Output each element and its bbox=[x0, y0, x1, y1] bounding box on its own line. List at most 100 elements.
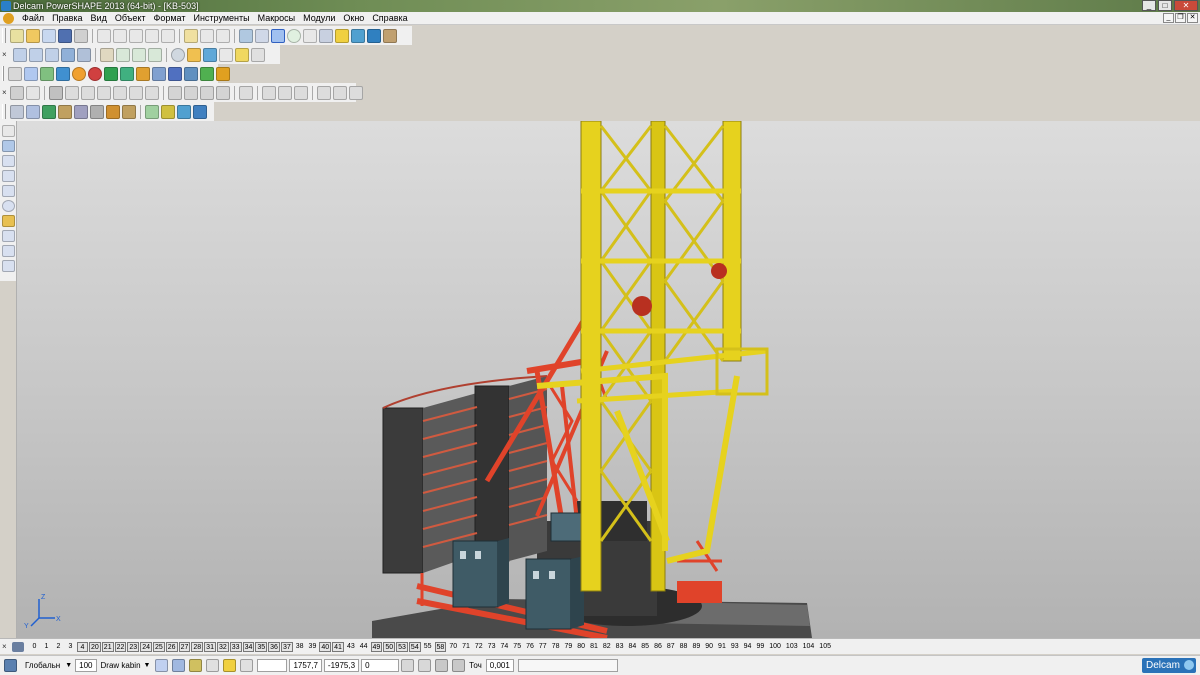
mesh-icon[interactable] bbox=[56, 66, 70, 81]
draft-icon[interactable] bbox=[277, 85, 292, 100]
offset-icon[interactable] bbox=[293, 85, 308, 100]
levels-icon[interactable] bbox=[12, 641, 24, 652]
level-button[interactable]: 99 bbox=[754, 642, 766, 652]
mold-icon[interactable] bbox=[193, 104, 207, 119]
snap-icon[interactable] bbox=[155, 659, 169, 672]
level-button[interactable]: 70 bbox=[447, 642, 459, 652]
level-button[interactable]: 54 bbox=[408, 641, 421, 652]
constraint-icon[interactable] bbox=[106, 104, 120, 119]
hand-icon[interactable] bbox=[251, 47, 265, 62]
shaded-icon[interactable] bbox=[187, 47, 201, 62]
library-icon[interactable] bbox=[122, 104, 136, 119]
solid-block-icon[interactable] bbox=[48, 85, 63, 100]
layers-icon[interactable] bbox=[184, 66, 198, 81]
line-icon[interactable] bbox=[1, 155, 15, 167]
erase-icon[interactable] bbox=[145, 28, 159, 43]
calculator-icon[interactable] bbox=[8, 66, 22, 81]
weld-icon[interactable] bbox=[161, 104, 175, 119]
component-icon[interactable] bbox=[10, 104, 24, 119]
level-button[interactable]: 4 bbox=[77, 641, 88, 652]
view-front-icon[interactable] bbox=[13, 47, 27, 62]
level-button[interactable]: 41 bbox=[332, 641, 344, 652]
3d-viewport[interactable]: Z X Y bbox=[17, 121, 1200, 638]
suppress-icon[interactable] bbox=[348, 85, 363, 100]
menu-tools[interactable]: Инструменты bbox=[189, 12, 253, 25]
tolerance-field[interactable]: 0,001 bbox=[485, 659, 514, 672]
toolbar-close-icon[interactable]: × bbox=[2, 88, 7, 97]
level-button[interactable]: 104 bbox=[801, 642, 817, 652]
menu-file[interactable]: Файл bbox=[18, 12, 48, 25]
level-button[interactable]: 24 bbox=[140, 641, 152, 652]
save-icon[interactable] bbox=[58, 28, 72, 43]
level-button[interactable]: 3 bbox=[65, 642, 76, 652]
solid-revolve-icon[interactable] bbox=[144, 85, 159, 100]
new-icon[interactable] bbox=[10, 28, 24, 43]
menu-help[interactable]: Справка bbox=[368, 12, 411, 25]
ball-red-icon[interactable] bbox=[88, 66, 102, 81]
solid-icon[interactable] bbox=[367, 28, 381, 43]
level-button[interactable]: 50 bbox=[383, 641, 396, 652]
circle-select-icon[interactable] bbox=[287, 28, 301, 43]
paste-icon[interactable] bbox=[129, 28, 143, 43]
cut-icon[interactable] bbox=[97, 28, 111, 43]
chevron-down-icon[interactable]: ▼ bbox=[144, 662, 151, 669]
level-button[interactable]: 77 bbox=[537, 642, 549, 652]
zoom-icon[interactable] bbox=[116, 47, 130, 62]
chevron-down-icon[interactable]: ▼ bbox=[65, 662, 72, 669]
select-filter-icon[interactable] bbox=[239, 28, 253, 43]
zoom-in-icon[interactable] bbox=[132, 47, 146, 62]
level-button[interactable]: 93 bbox=[729, 642, 741, 652]
electrode-icon[interactable] bbox=[177, 104, 191, 119]
box-icon[interactable] bbox=[136, 66, 150, 81]
intelligent-cursor-icon[interactable] bbox=[189, 659, 203, 672]
view-multi-icon[interactable] bbox=[77, 47, 91, 62]
level-button[interactable]: 2 bbox=[53, 642, 64, 652]
ok-icon[interactable] bbox=[200, 66, 214, 81]
level-button[interactable]: 79 bbox=[562, 642, 574, 652]
flow-icon[interactable] bbox=[120, 66, 134, 81]
select-icon[interactable] bbox=[1, 125, 15, 137]
panel-icon[interactable] bbox=[152, 66, 166, 81]
coordinate-mode-icon[interactable] bbox=[418, 659, 432, 672]
close-button[interactable]: ✕ bbox=[1174, 0, 1198, 11]
level-button[interactable]: 76 bbox=[524, 642, 536, 652]
grid-icon[interactable] bbox=[240, 659, 254, 672]
solid-cylinder-icon[interactable] bbox=[64, 85, 79, 100]
level-button[interactable]: 105 bbox=[817, 642, 833, 652]
print-icon[interactable] bbox=[74, 28, 88, 43]
lighting-icon[interactable] bbox=[235, 47, 249, 62]
lasso-icon[interactable] bbox=[303, 28, 317, 43]
wizard-icon[interactable] bbox=[383, 28, 397, 43]
level-button[interactable]: 90 bbox=[703, 642, 715, 652]
level-button[interactable]: 40 bbox=[319, 641, 332, 652]
history-icon[interactable] bbox=[332, 85, 347, 100]
level-button[interactable]: 44 bbox=[358, 642, 370, 652]
level-button[interactable]: 58 bbox=[434, 641, 447, 652]
fillet-icon[interactable] bbox=[238, 85, 253, 100]
solid-cone-icon[interactable] bbox=[80, 85, 95, 100]
menu-format[interactable]: Формат bbox=[150, 12, 190, 25]
workplane-toggle-icon[interactable] bbox=[206, 659, 220, 672]
component-list-icon[interactable] bbox=[74, 104, 88, 119]
toolbar-grip[interactable] bbox=[2, 66, 4, 81]
curve-icon[interactable] bbox=[1, 245, 15, 257]
level-button[interactable]: 72 bbox=[473, 642, 485, 652]
level-button[interactable]: 83 bbox=[614, 642, 626, 652]
import-icon[interactable] bbox=[42, 28, 56, 43]
level-button[interactable]: 27 bbox=[178, 641, 191, 652]
level-button[interactable]: 89 bbox=[690, 642, 702, 652]
boolean-subtract-icon[interactable] bbox=[183, 85, 198, 100]
level-button[interactable]: 87 bbox=[665, 642, 677, 652]
level-button[interactable]: 26 bbox=[165, 641, 178, 652]
wireframe-icon[interactable] bbox=[219, 47, 233, 62]
level-button[interactable]: 88 bbox=[678, 642, 690, 652]
level-button[interactable]: 55 bbox=[422, 642, 434, 652]
level-button[interactable]: 103 bbox=[784, 642, 800, 652]
level-button[interactable]: 39 bbox=[307, 642, 319, 652]
measure-icon[interactable] bbox=[255, 28, 269, 43]
level-button[interactable]: 53 bbox=[396, 641, 408, 652]
dimension-icon[interactable] bbox=[1, 230, 15, 242]
angle-icon[interactable] bbox=[1, 260, 15, 272]
document-icon[interactable] bbox=[3, 12, 14, 24]
levels-close-icon[interactable]: × bbox=[2, 642, 12, 651]
